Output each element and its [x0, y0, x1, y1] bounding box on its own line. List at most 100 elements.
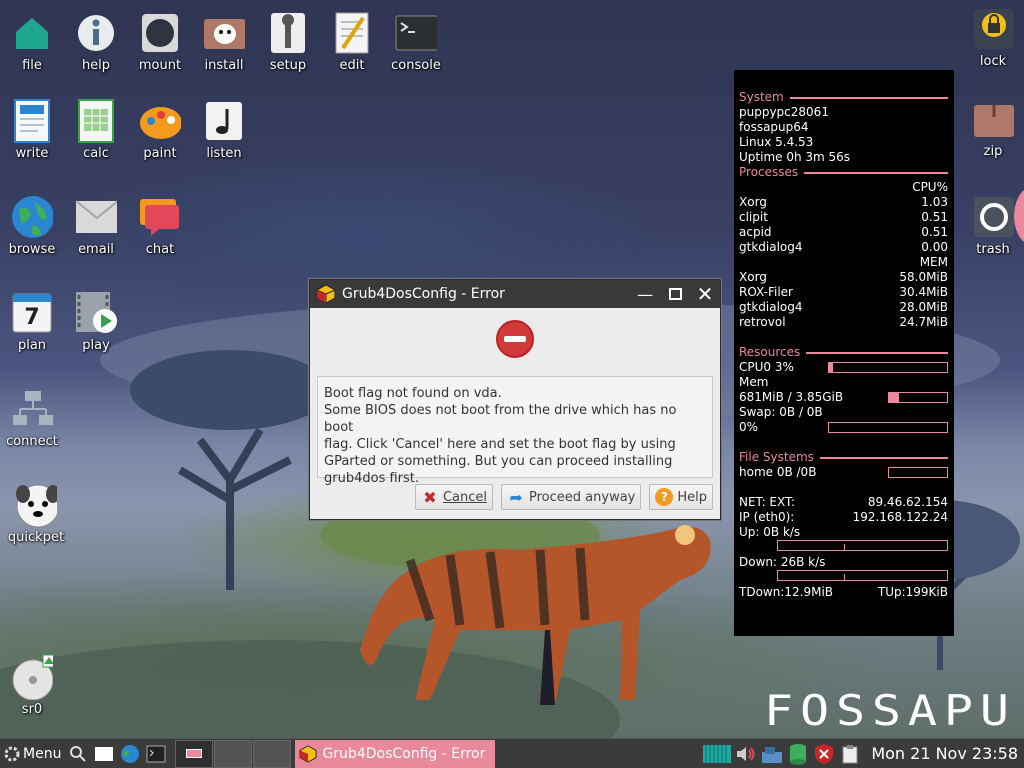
mem-label: Mem [739, 375, 769, 389]
maximize-icon [668, 288, 682, 300]
desktop-icon-label: setup [269, 58, 307, 73]
desktop-icon-mount[interactable]: mount [128, 12, 192, 73]
optical-disc-icon [11, 654, 53, 700]
process-row: gtkdialog4 0.00 [739, 240, 948, 254]
desktop-icon-label: trash [976, 242, 1010, 257]
taskbar-task-grub4dosconfig[interactable]: Grub4DosConfig - Error [295, 739, 496, 768]
error-icon [496, 320, 534, 358]
desktop-icon-label: connect [6, 434, 58, 449]
show-desktop-icon[interactable] [93, 743, 115, 765]
desktop-icon-label: browse [8, 242, 56, 257]
desktop-icon-label: listen [206, 146, 242, 161]
cancel-button[interactable]: ✖ Cancel [414, 484, 494, 510]
start-menu-button[interactable]: Menu [0, 739, 65, 768]
browser-globe-icon[interactable] [119, 743, 141, 765]
desktop-icon-zip[interactable]: zip [961, 98, 1024, 159]
close-icon: ✕ [696, 282, 714, 306]
archive-box-icon [972, 98, 1014, 140]
search-icon[interactable] [67, 743, 89, 765]
error-dialog: Grub4DosConfig - Error — ✕ Boot flag not… [309, 279, 721, 520]
clipboard-icon[interactable] [839, 743, 861, 765]
desktop-icon-listen[interactable]: listen [192, 100, 256, 161]
desktop-icon-write[interactable]: write [0, 99, 64, 161]
upload-speed: Up: 0B k/s [739, 525, 801, 539]
home-icon [11, 12, 53, 54]
system-monitor-panel: System puppypc28061 fossapup64 Linux 5.4… [734, 70, 954, 636]
uptime: Uptime 0h 3m 56s [739, 150, 851, 164]
mem-usage: 681MiB / 3.85GiB [739, 390, 844, 404]
clock[interactable]: Mon 21 Nov 23:58 [863, 744, 1024, 763]
desktop-icon-label: email [78, 242, 114, 257]
proceed-anyway-button[interactable]: ➦ Proceed anyway [501, 484, 642, 510]
help-button[interactable]: ? Help [649, 484, 713, 510]
desktop-icon-connect[interactable]: connect [0, 388, 64, 449]
network-activity-icon[interactable] [703, 743, 732, 765]
trash-icon [972, 196, 1014, 238]
workspace-window-preview [186, 749, 203, 758]
desktop-icon-paint[interactable]: paint [128, 100, 192, 161]
minimize-icon: — [637, 284, 653, 304]
desktop-icon-browse[interactable]: browse [0, 196, 64, 257]
process-row: gtkdialog4 28.0MiB [739, 300, 948, 314]
mem-bar [888, 392, 948, 403]
home-fs-bar [888, 467, 948, 478]
desktop-icon-sr0[interactable]: sr0 [0, 654, 64, 717]
calendar-day: 7 [24, 304, 40, 330]
desktop-icon-email[interactable]: email [64, 196, 128, 257]
desktop-icon-chat[interactable]: chat [128, 196, 192, 257]
desktop-icon-label: console [391, 58, 441, 73]
puppy-box-icon [203, 12, 245, 54]
system-tray: Mon 21 Nov 23:58 [701, 739, 1024, 768]
net-ext-row: NET: EXT: 89.46.62.154 [739, 495, 948, 509]
terminal-launcher-icon[interactable] [145, 743, 167, 765]
maximize-button[interactable] [660, 280, 690, 308]
firewall-shield-icon[interactable] [813, 743, 835, 765]
document-icon [11, 99, 53, 143]
desktop-icon-label: write [15, 146, 49, 161]
dialog-title: Grub4DosConfig - Error [342, 286, 505, 302]
workspace-1[interactable] [175, 739, 214, 768]
wrench-icon [267, 12, 309, 54]
workspace-2[interactable] [214, 739, 253, 768]
process-row: acpid 0.51 [739, 225, 948, 239]
cpu0-usage: CPU0 3% [739, 360, 794, 374]
terminal-icon [395, 12, 437, 54]
desktop-icon-label: help [81, 58, 111, 73]
desktop-icon-plan[interactable]: 7 plan [0, 292, 64, 353]
close-button[interactable]: ✕ [690, 280, 720, 308]
desktop-icon-file[interactable]: file [0, 12, 64, 73]
puppy-face-icon [15, 484, 57, 528]
desktop-icon-label: paint [143, 146, 177, 161]
arrow-forward-icon: ➦ [509, 487, 523, 507]
video-play-icon [75, 292, 117, 334]
desktop-icon-label: lock [979, 54, 1007, 69]
drive-icon [139, 12, 181, 54]
music-note-icon [203, 100, 245, 142]
desktop-icon-quickpet[interactable]: quickpet [4, 484, 68, 545]
desktop-icon-console[interactable]: console [384, 12, 448, 73]
dialog-titlebar[interactable]: Grub4DosConfig - Error — ✕ [310, 280, 720, 308]
cpu-column-header: CPU% [912, 180, 948, 194]
download-graph [777, 570, 948, 581]
desktop-icon-setup[interactable]: setup [256, 12, 320, 73]
network-connection-icon[interactable] [761, 743, 783, 765]
grub-app-icon [316, 284, 336, 304]
desktop-icon-install[interactable]: install [192, 12, 256, 73]
kernel-version: Linux 5.4.53 [739, 135, 814, 149]
desktop-icon-edit[interactable]: edit [320, 12, 384, 73]
desktop-icon-calc[interactable]: calc [64, 99, 128, 161]
minimize-button[interactable]: — [630, 280, 660, 308]
desktop-icon-help[interactable]: help [64, 12, 128, 73]
desktop-icon-label: play [82, 338, 110, 353]
workspace-3[interactable] [253, 739, 292, 768]
volume-icon[interactable] [735, 743, 757, 765]
desktop-icon-label: chat [145, 242, 175, 257]
desktop-icon-play[interactable]: play [64, 292, 128, 353]
storage-drive-icon[interactable] [787, 743, 809, 765]
desktop-icon-label: calc [83, 146, 109, 161]
resources-section-header: Resources [739, 345, 948, 360]
home-fs-usage: home 0B /0B [739, 465, 817, 479]
desktop-icon-lock[interactable]: lock [961, 8, 1024, 69]
processes-section-header: Processes [739, 165, 948, 180]
desktop-icon-label: mount [138, 58, 182, 73]
